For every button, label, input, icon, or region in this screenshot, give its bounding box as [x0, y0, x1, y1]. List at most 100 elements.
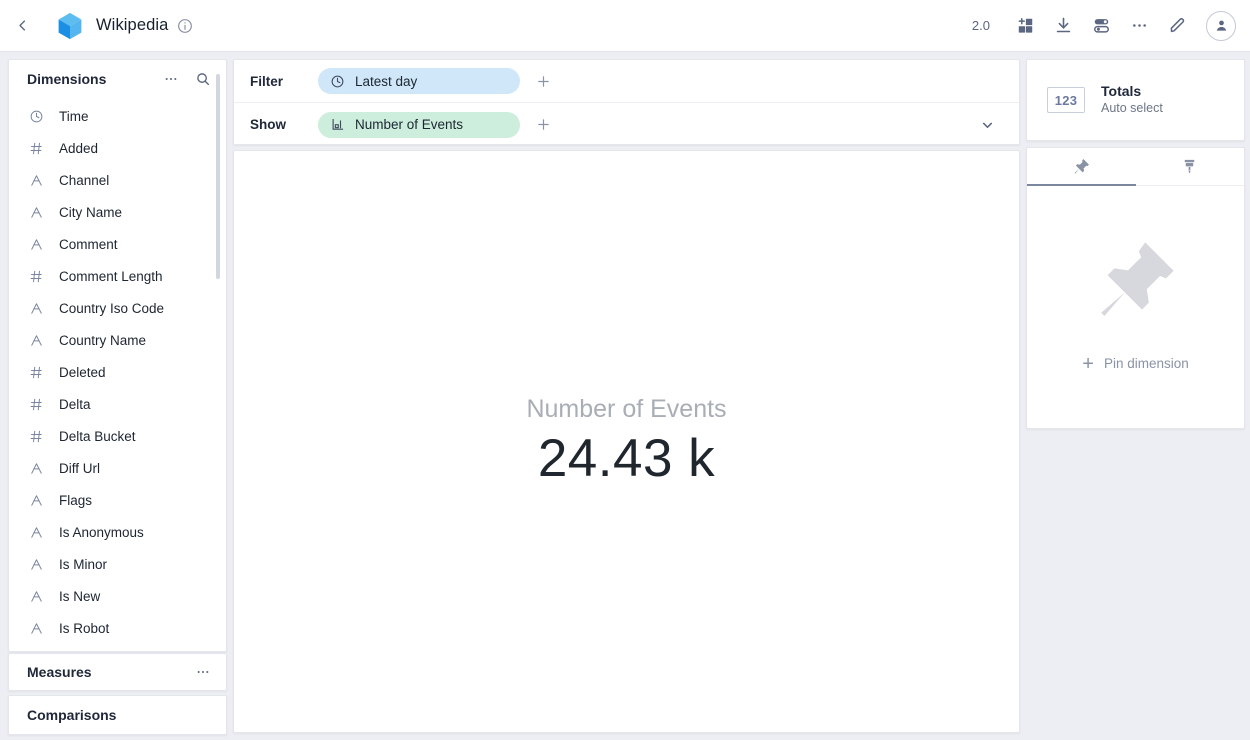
dimension-item[interactable]: Deleted: [9, 356, 226, 388]
time-type-icon: [29, 109, 48, 124]
dimension-item-label: City Name: [59, 204, 123, 220]
totals-title: Totals: [1101, 83, 1142, 99]
sidebar-scrollbar-thumb[interactable]: [216, 74, 220, 279]
ellipsis-icon: [197, 670, 209, 674]
download-icon: [1056, 17, 1070, 33]
string-type-icon: [29, 301, 48, 316]
totals-card[interactable]: 123 Totals Auto select: [1026, 59, 1245, 141]
dimension-item-label: Flags: [59, 492, 93, 508]
dimensions-more-button[interactable]: [160, 68, 182, 90]
dimension-item[interactable]: Added: [9, 132, 226, 164]
pin-large-icon: [1100, 241, 1174, 316]
string-type-icon: [29, 493, 48, 508]
back-button[interactable]: [0, 0, 44, 52]
dimension-item-label: Is Robot: [59, 620, 110, 636]
more-options-button[interactable]: [1120, 7, 1158, 45]
string-type-icon: [29, 589, 48, 604]
chevron-down-icon: [983, 122, 992, 128]
pin-dimension-button[interactable]: + Pin dimension: [1082, 354, 1188, 374]
measures-title: Measures: [27, 664, 92, 680]
toggles-icon: [1093, 19, 1109, 33]
dimension-item[interactable]: Time: [9, 100, 226, 132]
dimension-item-label: Delta: [59, 396, 91, 412]
string-type-icon: [29, 557, 48, 572]
dimension-item[interactable]: Comment Length: [9, 260, 226, 292]
dimension-item-label: Is Anonymous: [59, 524, 144, 540]
settings-button[interactable]: [1082, 7, 1120, 45]
dimension-item[interactable]: Delta: [9, 388, 226, 420]
page-title: Wikipedia: [96, 16, 169, 34]
query-builder-card: Filter Latest day Show Number of Events: [233, 59, 1020, 145]
metric-value: 24.43 k: [537, 428, 716, 488]
measures-more-button[interactable]: [192, 661, 214, 683]
dimension-item[interactable]: Is Anonymous: [9, 516, 226, 548]
chevron-left-icon: [18, 20, 25, 31]
dimension-item[interactable]: Channel: [9, 164, 226, 196]
show-pill-label: Number of Events: [355, 117, 464, 132]
search-icon: [197, 73, 210, 86]
totals-subtitle: Auto select: [1101, 101, 1163, 115]
string-type-icon: [29, 333, 48, 348]
sidebar-scrollbar-track[interactable]: [216, 67, 223, 647]
totals-badge: 123: [1047, 87, 1085, 113]
add-show-button[interactable]: [536, 115, 556, 135]
version-label: 2.0: [971, 18, 990, 33]
dimensions-search-button[interactable]: [192, 68, 214, 90]
string-type-icon: [29, 621, 48, 636]
user-avatar-icon: [1216, 20, 1226, 31]
visualization-card[interactable]: Number of Events 24.43 k: [233, 150, 1020, 733]
app-root: Wikipedia 2.0 Dimensions Time Added Chan…: [0, 0, 1250, 740]
measures-panel[interactable]: Measures: [8, 653, 227, 691]
dimensions-title: Dimensions: [27, 71, 107, 87]
info-icon[interactable]: [177, 18, 193, 34]
dimension-item[interactable]: Is Robot: [9, 612, 226, 644]
number-type-icon: [29, 141, 48, 156]
plus-icon: [538, 75, 549, 87]
show-row-expand-button[interactable]: [980, 117, 995, 132]
number-type-icon: [29, 397, 48, 412]
plus-icon: [538, 119, 549, 130]
pin-tab[interactable]: [1027, 148, 1136, 186]
download-button[interactable]: [1044, 7, 1082, 45]
dimension-item[interactable]: Comment: [9, 228, 226, 260]
pinboard-panel: + Pin dimension: [1026, 147, 1245, 429]
ellipsis-icon: [1132, 24, 1146, 27]
pencil-icon: [1170, 17, 1184, 33]
dimension-item[interactable]: Country Name: [9, 324, 226, 356]
string-type-icon: [29, 525, 48, 540]
format-tab[interactable]: [1136, 148, 1245, 185]
add-filter-button[interactable]: [536, 71, 556, 91]
pin-empty-state: + Pin dimension: [1027, 186, 1244, 428]
filter-pill-latest-day[interactable]: Latest day: [318, 68, 520, 94]
comparisons-panel[interactable]: Comparisons: [8, 695, 227, 735]
dimension-item[interactable]: Delta Bucket: [9, 420, 226, 452]
dimension-item[interactable]: Flags: [9, 484, 226, 516]
add-tile-icon: [1018, 17, 1032, 33]
dimensions-list: Time Added Channel City Name Comment Comment …: [9, 98, 226, 644]
dimension-item-label: Added: [59, 140, 99, 156]
user-avatar-button[interactable]: [1206, 10, 1236, 41]
edit-button[interactable]: [1158, 7, 1196, 45]
dimension-item[interactable]: Country Iso Code: [9, 292, 226, 324]
dimension-item[interactable]: Diff Url: [9, 452, 226, 484]
add-tile-button[interactable]: [1006, 7, 1044, 45]
dimension-item[interactable]: Is New: [9, 580, 226, 612]
comparisons-title: Comparisons: [27, 707, 117, 723]
dimension-item-label: Country Iso Code: [59, 300, 165, 316]
string-type-icon: [29, 173, 48, 188]
app-header: Wikipedia 2.0: [0, 0, 1250, 52]
dimension-item[interactable]: City Name: [9, 196, 226, 228]
dimension-item-label: Time: [59, 108, 89, 124]
dimension-item[interactable]: Is Minor: [9, 548, 226, 580]
show-row: Show Number of Events: [234, 103, 1019, 146]
dimension-item-label: Is New: [59, 588, 101, 604]
dimension-item-label: Country Name: [59, 332, 147, 348]
filter-row: Filter Latest day: [234, 60, 1019, 103]
number-type-icon: [29, 429, 48, 444]
dimension-item-label: Comment: [59, 236, 118, 252]
dimension-item-label: Comment Length: [59, 268, 163, 284]
pinboard-tabs: [1027, 148, 1244, 186]
show-pill-number-of-events[interactable]: Number of Events: [318, 111, 520, 138]
dimension-item-label: Deleted: [59, 364, 106, 380]
dimensions-header: Dimensions: [9, 60, 226, 98]
